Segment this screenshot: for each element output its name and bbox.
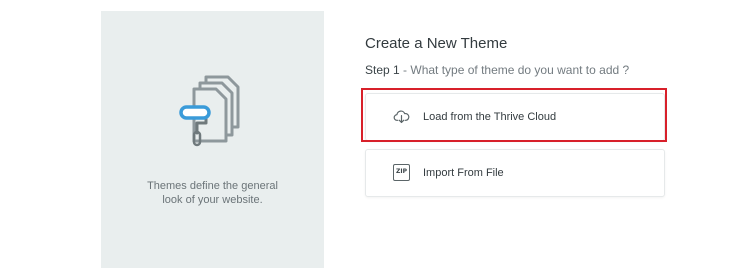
cloud-download-icon — [393, 110, 410, 124]
step-question: - What type of theme do you want to add … — [399, 63, 630, 77]
theme-info-panel: Themes define the general look of your w… — [101, 11, 324, 268]
step-instruction: Step 1 - What type of theme do you want … — [365, 63, 629, 77]
zip-file-icon: ZIP — [393, 164, 410, 181]
page-title: Create a New Theme — [365, 35, 508, 52]
load-from-thrive-cloud-label: Load from the Thrive Cloud — [423, 111, 557, 123]
theme-description: Themes define the general look of your w… — [101, 179, 324, 207]
import-from-file-button[interactable]: ZIP Import From File — [365, 149, 665, 197]
theme-templates-paint-roller-icon — [179, 75, 240, 147]
step-number: Step 1 — [365, 63, 400, 77]
load-from-thrive-cloud-button[interactable]: Load from the Thrive Cloud — [365, 93, 665, 141]
caption-line-2: look of your website. — [162, 194, 263, 206]
caption-line-1: Themes define the general — [147, 180, 278, 192]
import-from-file-label: Import From File — [423, 167, 504, 179]
